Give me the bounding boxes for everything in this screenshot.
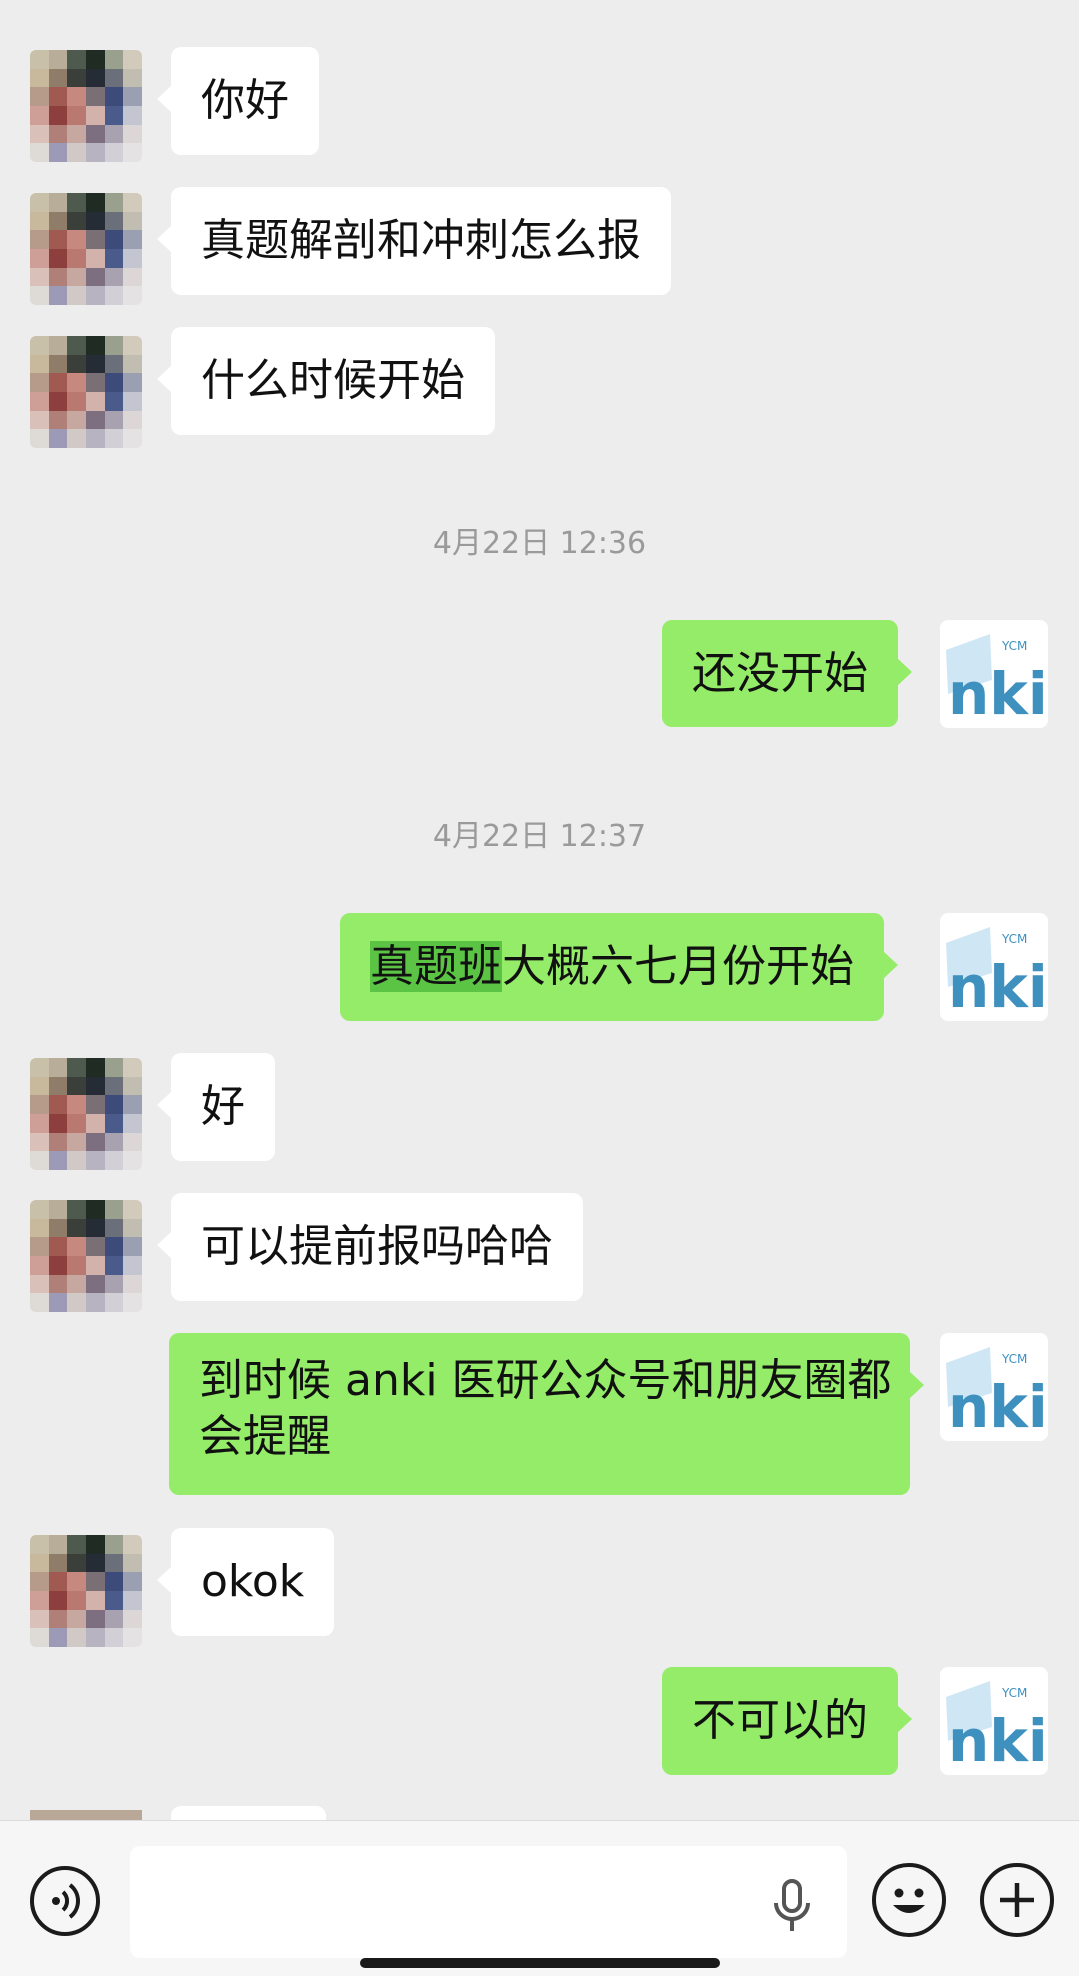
anki-logo-icon: nki YCM (946, 1681, 1048, 1775)
svg-text:YCM: YCM (1001, 1352, 1027, 1366)
anki-logo-icon: nki YCM (946, 634, 1048, 728)
anki-logo-icon: nki YCM (946, 1347, 1048, 1441)
self-avatar[interactable]: nki YCM (940, 1667, 1048, 1775)
message-text: okok (201, 1556, 305, 1607)
svg-text:nki: nki (948, 1707, 1048, 1775)
mic-icon[interactable] (770, 1879, 814, 1935)
self-avatar[interactable]: nki YCM (940, 1333, 1048, 1441)
contact-avatar[interactable] (30, 193, 142, 305)
emoji-button[interactable] (872, 1863, 946, 1937)
message-text: 真题解剖和冲刺怎么报 (201, 215, 641, 266)
contact-avatar[interactable] (30, 1058, 142, 1170)
message-timestamp: 4月22日 12:37 (0, 811, 1079, 855)
message-text-line: 会提醒 (199, 1411, 331, 1462)
timestamp-text: 4月22日 12:36 (432, 526, 647, 561)
message-bubble[interactable]: 什么时候开始 (157, 327, 495, 435)
highlighted-text[interactable]: 真题班 (370, 941, 502, 992)
message-text: 大概六七月份开始 (502, 941, 854, 992)
message-text: 不可以的 (692, 1695, 868, 1746)
self-avatar[interactable]: nki YCM (940, 620, 1048, 728)
message-bubble[interactable]: 还没开始 (662, 620, 912, 727)
message-bubble[interactable]: 真题解剖和冲刺怎么报 (157, 187, 671, 295)
message-bubble[interactable]: 好 (157, 1053, 275, 1161)
contact-avatar[interactable] (30, 50, 142, 162)
message-text: 可以提前报吗哈哈 (201, 1221, 553, 1272)
self-avatar[interactable]: nki YCM (940, 913, 1048, 1021)
svg-text:YCM: YCM (1001, 932, 1027, 946)
message-text: 你好 (201, 75, 289, 126)
message-bubble[interactable]: 可以提前报吗哈哈 (157, 1193, 583, 1301)
message-input[interactable] (130, 1846, 847, 1958)
contact-avatar[interactable] (30, 1535, 142, 1647)
message-text: 什么时候开始 (201, 355, 465, 406)
message-bubble[interactable] (171, 1806, 326, 1820)
chat-input-bar (0, 1820, 1079, 1976)
message-bubble[interactable]: 你好 (157, 47, 319, 155)
message-text: 还没开始 (692, 648, 868, 699)
voice-icon (52, 1883, 80, 1919)
svg-text:nki: nki (948, 953, 1048, 1021)
message-bubble[interactable]: okok (156, 1528, 335, 1636)
message-timestamp: 4月22日 12:36 (0, 518, 1079, 562)
emoji-icon (893, 1888, 925, 1913)
contact-avatar[interactable] (30, 1200, 142, 1312)
plus-button[interactable] (980, 1863, 1054, 1937)
timestamp-text: 4月22日 12:37 (432, 819, 647, 854)
message-text-line: 到时候 anki 医研公众号和朋友圈都 (199, 1355, 892, 1406)
message-text: 好 (201, 1081, 245, 1132)
plus-icon (1000, 1883, 1034, 1917)
contact-avatar[interactable] (30, 336, 142, 448)
voice-button[interactable] (30, 1866, 100, 1936)
message-bubble[interactable]: 真题班大概六七月份开始 (340, 913, 898, 1021)
svg-text:nki: nki (948, 660, 1048, 728)
svg-text:YCM: YCM (1001, 639, 1027, 653)
home-indicator[interactable] (360, 1958, 720, 1968)
message-bubble[interactable]: 不可以的 (662, 1667, 912, 1775)
contact-avatar[interactable] (30, 1810, 142, 1820)
message-bubble[interactable]: 到时候 anki 医研公众号和朋友圈都 会提醒 (169, 1333, 924, 1495)
anki-logo-icon: nki YCM (946, 927, 1048, 1021)
svg-text:YCM: YCM (1001, 1686, 1027, 1700)
svg-text:nki: nki (948, 1373, 1048, 1441)
